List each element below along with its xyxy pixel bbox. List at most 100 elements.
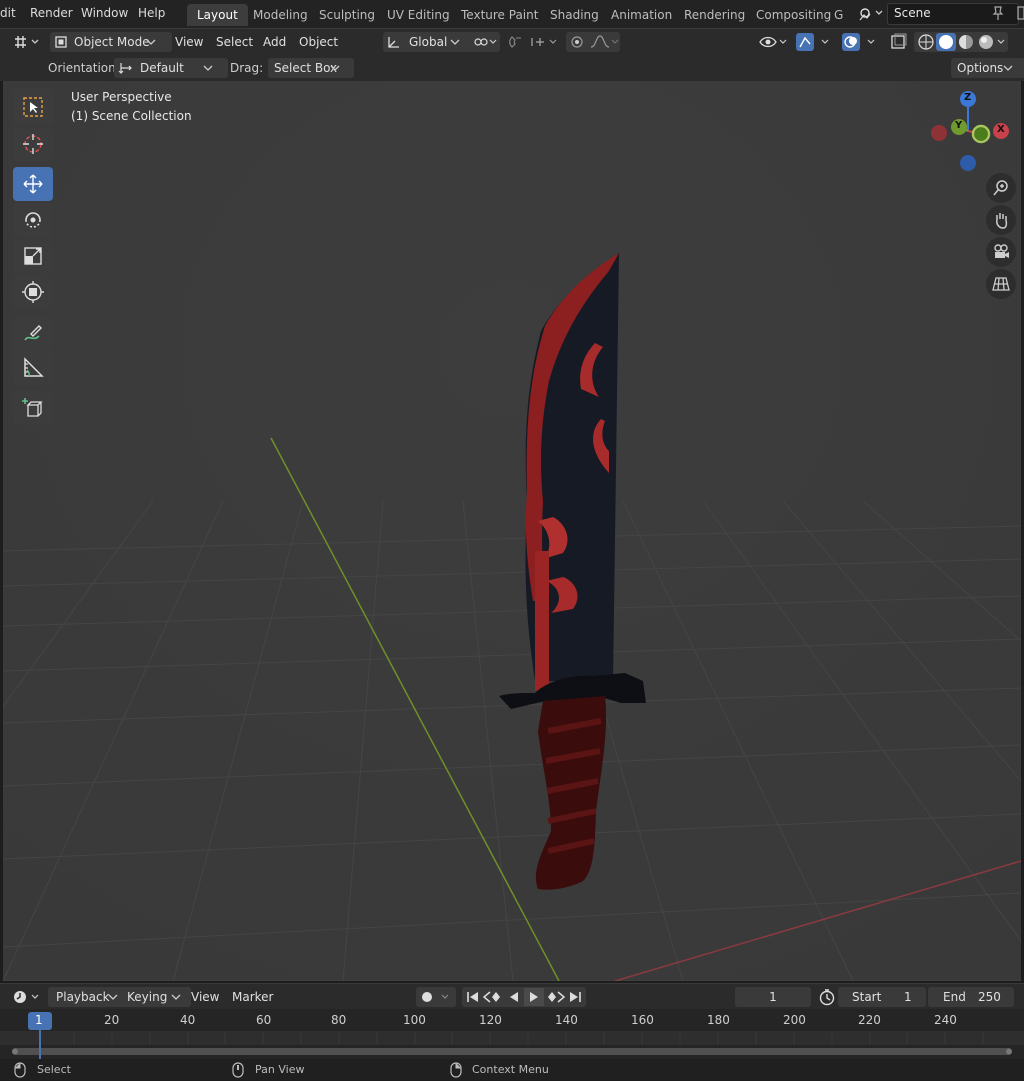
gizmo-x-label: X: [997, 124, 1005, 135]
overlays-toggle[interactable]: [841, 32, 881, 52]
timeline-tick-1: 1: [35, 1013, 43, 1027]
scene-collection-label: (1) Scene Collection: [71, 109, 192, 123]
gizmo-y-label: Y: [955, 120, 963, 131]
timeline-tick-240: 240: [934, 1013, 957, 1027]
orientation-label: Global: [409, 35, 448, 49]
object-mode-icon: [54, 35, 68, 55]
new-scene-icon[interactable]: [1017, 4, 1024, 25]
gizmo-toggle[interactable]: [795, 32, 835, 52]
proportional-editing[interactable]: [566, 32, 620, 52]
annotate-tool[interactable]: [13, 317, 53, 351]
tab-sculpting[interactable]: Sculpting: [309, 4, 385, 26]
tab-more[interactable]: G: [832, 4, 845, 26]
timeline-tick-140: 140: [555, 1013, 578, 1027]
playback-dropdown[interactable]: Playback: [48, 987, 130, 1007]
snapping-controls[interactable]: [506, 32, 562, 52]
tab-animation[interactable]: Animation: [601, 4, 682, 26]
timeline-tick-20: 20: [104, 1013, 120, 1027]
scene-name-field[interactable]: Scene: [887, 3, 1019, 25]
end-frame-field[interactable]: End 250: [928, 987, 1014, 1007]
move-tool[interactable]: [13, 167, 53, 201]
tab-modeling[interactable]: Modeling: [243, 4, 318, 26]
editor-type-icon[interactable]: [12, 33, 42, 54]
transform-icon: [22, 281, 44, 303]
timeline-menu-marker[interactable]: Marker: [232, 987, 273, 1007]
rotate-tool[interactable]: [13, 203, 53, 237]
preview-range-icon[interactable]: [818, 988, 836, 1009]
zoom-icon: [993, 180, 1008, 196]
play-reverse-icon: [510, 992, 518, 1002]
transform-orientation-dropdown[interactable]: Global: [383, 32, 475, 52]
tab-rendering[interactable]: Rendering: [674, 4, 755, 26]
3d-viewport[interactable]: User Perspective (1) Scene Collection Z …: [3, 81, 1021, 981]
menu-help[interactable]: Help: [138, 6, 165, 20]
pivot-point-dropdown[interactable]: [470, 32, 500, 52]
zoom-button[interactable]: [986, 173, 1016, 203]
xray-toggle[interactable]: [888, 32, 910, 52]
select-box-tool[interactable]: [13, 89, 53, 125]
drag-value: Select Box: [274, 61, 338, 75]
add-cube-icon: [22, 398, 43, 417]
perspective-toggle-button[interactable]: [986, 269, 1016, 299]
start-value: 1: [904, 990, 912, 1004]
tab-uv-editing[interactable]: UV Editing: [377, 4, 460, 26]
keying-dropdown[interactable]: Keying: [121, 987, 191, 1007]
scale-tool[interactable]: [13, 239, 53, 273]
menu-render[interactable]: Render: [30, 6, 73, 20]
pivot-icon: [473, 35, 499, 55]
orientation-global-icon: [386, 35, 400, 55]
options-label: Options: [957, 61, 1004, 75]
jump-end-icon: [570, 992, 581, 1002]
cursor-icon: [23, 134, 43, 154]
end-label: End: [943, 990, 966, 1004]
viewport-scene: [3, 81, 1021, 981]
status-select: Select: [37, 1063, 71, 1076]
pin-icon[interactable]: [991, 5, 1005, 24]
timeline-tick-220: 220: [858, 1013, 881, 1027]
view-name: User Perspective: [71, 90, 172, 104]
shading-mode-buttons[interactable]: [914, 32, 1008, 52]
mode-dropdown[interactable]: Object Mode: [50, 32, 172, 52]
menu-edit[interactable]: dit: [0, 6, 16, 20]
transform-tool[interactable]: [13, 275, 53, 309]
cursor-tool[interactable]: [13, 127, 53, 161]
scene-name: Scene: [894, 6, 931, 20]
current-frame-field[interactable]: 1: [735, 987, 811, 1007]
annotate-icon: [24, 325, 42, 341]
add-cube-tool[interactable]: [13, 391, 53, 425]
end-value: 250: [978, 990, 1001, 1004]
menu-select[interactable]: Select: [216, 32, 253, 52]
timeline-tick-80: 80: [331, 1013, 347, 1027]
tab-layout[interactable]: Layout: [187, 4, 248, 26]
measure-tool[interactable]: [13, 351, 53, 385]
menu-add[interactable]: Add: [263, 32, 286, 52]
camera-icon: [994, 244, 1009, 258]
timeline-tick-180: 180: [707, 1013, 730, 1027]
timeline-menu-view[interactable]: View: [191, 987, 219, 1007]
start-label: Start: [852, 990, 882, 1004]
orientation-dropdown[interactable]: Default: [114, 58, 228, 78]
hand-icon: [996, 213, 1008, 229]
menu-window[interactable]: Window: [81, 6, 128, 20]
camera-view-button[interactable]: [986, 237, 1016, 267]
timeline-tick-60: 60: [256, 1013, 272, 1027]
rotate-icon: [25, 212, 41, 228]
timeline-editor-icon[interactable]: [12, 988, 44, 1009]
auto-keying-toggle[interactable]: [416, 987, 456, 1007]
options-dropdown[interactable]: Options: [951, 58, 1024, 78]
visibility-dropdown[interactable]: [757, 32, 791, 52]
tab-texture-paint[interactable]: Texture Paint: [451, 4, 548, 26]
viewport-header: Object Mode View Select Add Object Globa…: [0, 28, 1024, 55]
start-frame-field[interactable]: Start 1: [838, 987, 926, 1007]
menu-object[interactable]: Object: [299, 32, 338, 52]
status-bar: Select Pan View Context Menu: [0, 1059, 1024, 1080]
drag-dropdown[interactable]: Select Box: [268, 58, 354, 78]
status-pan-view: Pan View: [255, 1063, 305, 1076]
pan-button[interactable]: [986, 205, 1016, 235]
playback-controls[interactable]: [462, 987, 586, 1007]
menu-view[interactable]: View: [175, 32, 203, 52]
tab-shading[interactable]: Shading: [540, 4, 609, 26]
tab-compositing[interactable]: Compositing: [746, 4, 841, 26]
scene-selector-icon[interactable]: [858, 5, 886, 23]
tool-settings-bar: Orientation: Default Drag: Select Box Op…: [0, 55, 1024, 81]
